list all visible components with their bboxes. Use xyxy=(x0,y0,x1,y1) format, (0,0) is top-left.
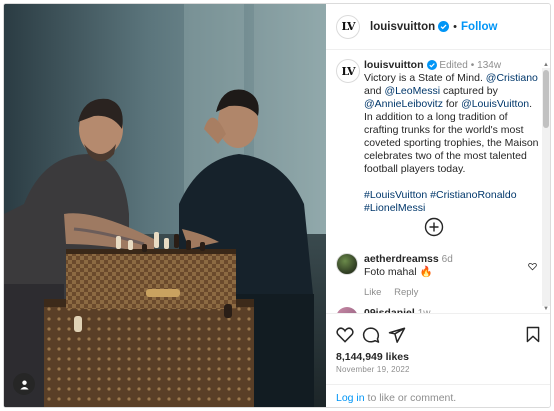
share-paper-plane-icon[interactable] xyxy=(388,326,406,344)
comment-heart-icon[interactable] xyxy=(528,262,537,271)
comment-item: aetherdreamss 6d Foto mahal 🔥 Like Reply xyxy=(336,253,541,299)
caption-edited-label: Edited xyxy=(439,60,468,71)
mention-leomessi[interactable]: @LeoMessi xyxy=(384,85,440,97)
caption-text-2: and xyxy=(364,85,385,97)
comment-body: aetherdreamss 6d Foto mahal 🔥 Like Reply xyxy=(364,253,541,299)
author-username[interactable]: louisvuitton xyxy=(370,21,435,33)
header-separator: • xyxy=(453,20,458,33)
caption-text-3: captured by xyxy=(440,85,498,97)
caption-text-1: Victory is a State of Mind. xyxy=(364,72,486,84)
action-icons xyxy=(336,326,546,346)
caption-hashtags: #LouisVuitton #CristianoRonaldo #LionelM… xyxy=(364,189,541,215)
comment-icon[interactable] xyxy=(362,326,380,344)
hashtag-louisvuitton[interactable]: #LouisVuitton xyxy=(364,189,427,201)
verified-badge-icon xyxy=(426,60,437,70)
author-avatar[interactable]: LV xyxy=(336,14,360,39)
mention-louisvuitton[interactable]: @LouisVuitton xyxy=(461,98,529,110)
post-actions: 8,144,949 likes November 19, 2022 Log in… xyxy=(326,313,550,407)
scrollbar-thumb[interactable] xyxy=(543,70,549,128)
follow-button[interactable]: Follow xyxy=(461,21,497,33)
caption-body: louisvuitton Edited • 134w Victory is a … xyxy=(364,59,541,215)
caption-author-avatar[interactable]: LV xyxy=(336,59,360,83)
comments-scrollbar[interactable]: ▲ ▼ xyxy=(542,62,550,312)
post-image xyxy=(4,4,326,407)
save-bookmark-icon[interactable] xyxy=(526,326,540,343)
comment-like-button[interactable]: Like xyxy=(364,287,381,298)
comment-actions: Like Reply xyxy=(364,286,541,299)
login-link[interactable]: Log in xyxy=(336,392,365,404)
comment-reply-button[interactable]: Reply xyxy=(394,287,418,298)
caption-separator: • xyxy=(470,60,475,71)
scroll-down-arrow-icon[interactable]: ▼ xyxy=(542,306,550,312)
comment-age[interactable]: 6d xyxy=(442,254,453,265)
hashtag-lionelmessi[interactable]: #LionelMessi xyxy=(364,202,425,214)
commenter-avatar[interactable] xyxy=(336,253,358,275)
verified-badge-icon xyxy=(438,21,450,32)
comments-list[interactable]: LV louisvuitton Edited • 134w Victory is… xyxy=(326,51,546,313)
mention-annieleibovitz[interactable]: @AnnieLeibovitz xyxy=(364,98,443,110)
load-more-comments-icon[interactable] xyxy=(424,217,444,237)
post-sidebar: LV louisvuitton • Follow LV louisvuitton… xyxy=(326,4,550,407)
commenter-username[interactable]: aetherdreamss xyxy=(364,253,439,265)
mention-cristiano[interactable]: @Cristiano xyxy=(486,72,538,84)
post-caption: LV louisvuitton Edited • 134w Victory is… xyxy=(336,59,541,215)
tagged-users-button[interactable] xyxy=(13,373,35,395)
likes-count[interactable]: 8,144,949 likes xyxy=(336,351,409,363)
caption-age[interactable]: 134w xyxy=(477,60,501,71)
user-icon xyxy=(19,379,29,390)
post-date[interactable]: November 19, 2022 xyxy=(336,365,410,374)
login-prompt: Log in to like or comment. xyxy=(326,384,550,407)
post-photo[interactable] xyxy=(4,4,326,407)
post-header: LV louisvuitton • Follow xyxy=(326,4,550,50)
like-heart-icon[interactable] xyxy=(336,326,354,343)
caption-text-4: for xyxy=(442,98,462,110)
login-prompt-text: to like or comment. xyxy=(364,392,457,404)
comment-text: Foto mahal 🔥 xyxy=(364,266,433,278)
caption-username[interactable]: louisvuitton xyxy=(364,59,424,71)
hashtag-cristianoronaldo[interactable]: #CristianoRonaldo xyxy=(430,189,516,201)
post-modal: LV louisvuitton • Follow LV louisvuitton… xyxy=(3,3,551,408)
